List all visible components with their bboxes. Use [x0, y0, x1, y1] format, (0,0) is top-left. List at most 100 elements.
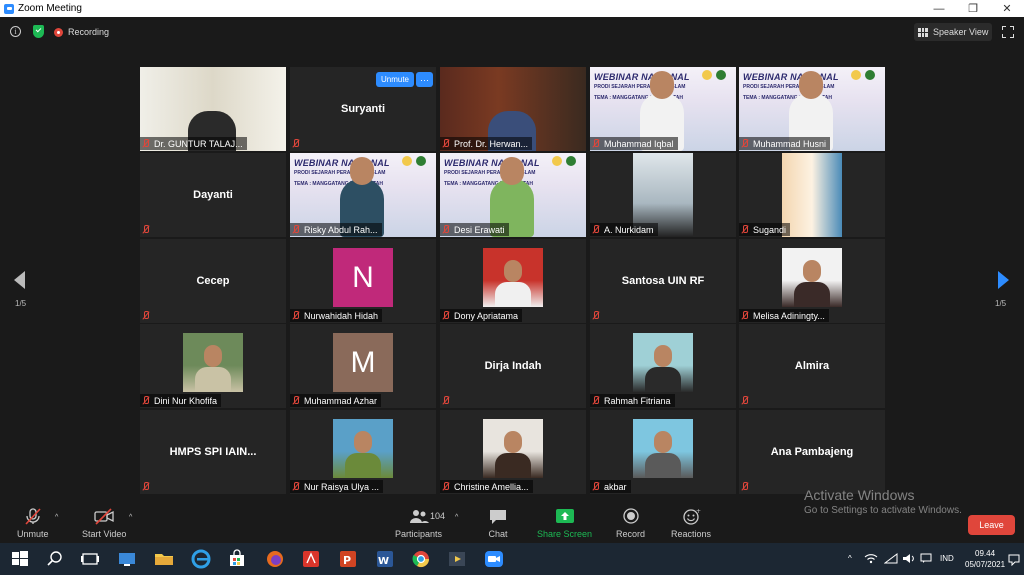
participant-name-label: Prof. Dr. Herwan...: [440, 137, 533, 150]
participant-tile[interactable]: Dayanti: [140, 153, 286, 237]
profile-photo-face: [504, 431, 522, 453]
participant-name-label: [739, 480, 757, 493]
participant-name-label: [140, 223, 158, 236]
muted-microphone-icon: [142, 139, 149, 148]
windows-start-icon[interactable]: [9, 548, 31, 570]
tile-unmute-button[interactable]: Unmute: [376, 72, 414, 87]
next-page-arrow-icon[interactable]: [998, 271, 1009, 289]
reactions-button[interactable]: + Reactions: [671, 508, 711, 539]
muted-microphone-icon: [292, 311, 299, 320]
participant-tile[interactable]: Sugandi: [739, 153, 885, 237]
share-screen-button[interactable]: Share Screen: [537, 508, 592, 539]
muted-microphone-icon: [741, 311, 748, 320]
store-icon[interactable]: [226, 548, 248, 570]
search-icon[interactable]: [44, 548, 66, 570]
participant-tile[interactable]: A. Nurkidam: [590, 153, 736, 237]
participant-tile[interactable]: Christine Amellia...: [440, 410, 586, 494]
svg-text:+: +: [696, 508, 701, 515]
restore-button[interactable]: ❐: [956, 0, 990, 17]
zoom-app-icon[interactable]: [483, 548, 505, 570]
muted-microphone-icon: [442, 482, 449, 491]
file-explorer-icon[interactable]: [153, 548, 175, 570]
muted-microphone-icon: [292, 482, 299, 491]
firefox-icon[interactable]: [264, 548, 286, 570]
minimize-button[interactable]: —: [922, 0, 956, 17]
participant-tile[interactable]: Dr. GUNTUR TALAJ...: [140, 67, 286, 151]
tray-overflow-caret[interactable]: ^: [848, 554, 852, 563]
start-video-button[interactable]: Start Video: [82, 508, 126, 539]
participants-options-caret[interactable]: ^: [455, 514, 458, 521]
task-view-icon[interactable]: [79, 548, 101, 570]
profile-photo-face: [803, 260, 821, 282]
participant-tile[interactable]: Nur Raisya Ulya ...: [290, 410, 436, 494]
participant-tile[interactable]: Dony Apriatama: [440, 239, 586, 323]
participant-tile[interactable]: WEBINAR NASIONAL PRODI SEJARAH PERADABAN …: [590, 67, 736, 151]
participant-tile[interactable]: WEBINAR NASIONAL PRODI SEJARAH PERADABAN …: [290, 153, 436, 237]
participant-tile[interactable]: Almira: [739, 324, 885, 408]
participant-tile[interactable]: M Muhammad Azhar: [290, 324, 436, 408]
participant-tile[interactable]: WEBINAR NASIONAL PRODI SEJARAH PERADABAN …: [440, 153, 586, 237]
participant-name-label: Melisa Adiningty...: [739, 309, 829, 322]
profile-photo-face: [504, 260, 522, 282]
participant-tile[interactable]: akbar: [590, 410, 736, 494]
chrome-icon[interactable]: [410, 548, 432, 570]
leave-button[interactable]: Leave: [968, 515, 1015, 535]
participant-display-name: HMPS SPI IAIN...: [169, 446, 257, 458]
participant-name: Nurwahidah Hidah: [304, 310, 379, 321]
audio-options-caret[interactable]: ^: [55, 514, 58, 521]
profile-photo-body: [345, 453, 381, 478]
language-indicator[interactable]: IND: [940, 554, 954, 563]
chat-icon: [490, 510, 506, 524]
profile-photo-body: [645, 367, 681, 392]
participant-display-name: Almira: [794, 360, 830, 372]
fullscreen-icon[interactable]: [1002, 26, 1014, 38]
speaker-view-button[interactable]: Speaker View: [914, 23, 992, 41]
activate-windows-watermark: Activate Windows Go to Settings to activ…: [804, 487, 962, 516]
video-options-caret[interactable]: ^: [129, 514, 132, 521]
participant-name: A. Nurkidam: [604, 224, 654, 235]
participant-tile[interactable]: Cecep: [140, 239, 286, 323]
word-icon[interactable]: W: [374, 548, 396, 570]
powerpoint-icon[interactable]: P: [337, 548, 359, 570]
action-center-icon[interactable]: [1008, 554, 1020, 566]
webinar-title: WEBINAR NASIONAL: [444, 158, 540, 168]
wifi-icon[interactable]: [884, 553, 898, 564]
institution-seal-icon: [702, 70, 712, 80]
recording-indicator[interactable]: Recording: [54, 25, 109, 39]
participant-tile[interactable]: Santosa UIN RF: [590, 239, 736, 323]
profile-photo-body: [645, 453, 681, 478]
participant-tile[interactable]: N Nurwahidah Hidah: [290, 239, 436, 323]
edge-browser-icon[interactable]: [190, 548, 212, 570]
page-indicator-left: 1/5: [15, 299, 27, 308]
meeting-info-icon[interactable]: i: [10, 26, 21, 37]
participant-tile[interactable]: Ana Pambajeng: [739, 410, 885, 494]
participant-name-label: Risky Abdul Rah...: [290, 223, 382, 236]
participant-tile[interactable]: Prof. Dr. Herwan...: [440, 67, 586, 151]
close-button[interactable]: ✕: [990, 0, 1024, 17]
participant-tile[interactable]: WEBINAR NASIONAL PRODI SEJARAH PERADABAN …: [739, 67, 885, 151]
network-icon[interactable]: [864, 553, 878, 564]
notification-chat-icon[interactable]: [920, 553, 932, 564]
unmute-button[interactable]: Unmute: [17, 508, 49, 539]
participant-tile[interactable]: Dini Nur Khofifa: [140, 324, 286, 408]
start-video-label: Start Video: [82, 529, 127, 539]
chat-button[interactable]: Chat: [487, 508, 509, 539]
acrobat-icon[interactable]: [300, 548, 322, 570]
security-shield-icon[interactable]: [33, 25, 44, 38]
media-player-icon[interactable]: [446, 548, 468, 570]
participant-tile[interactable]: Melisa Adiningty...: [739, 239, 885, 323]
participant-name-label: A. Nurkidam: [590, 223, 658, 236]
desktop-app-icon[interactable]: [116, 548, 138, 570]
previous-page-arrow-icon[interactable]: [14, 271, 25, 289]
participant-tile[interactable]: Dirja Indah: [440, 324, 586, 408]
system-clock[interactable]: 09.44 05/07/2021: [965, 548, 1005, 570]
volume-icon[interactable]: [902, 553, 916, 564]
participant-tile[interactable]: Rahmah Fitriana: [590, 324, 736, 408]
participant-initial-avatar: M: [333, 333, 393, 392]
tile-more-button[interactable]: ···: [416, 72, 433, 87]
window-controls: — ❐ ✕: [922, 0, 1024, 17]
record-button[interactable]: Record: [616, 508, 645, 539]
participant-tile[interactable]: Suryanti: [290, 67, 436, 151]
participant-display-name: Suryanti: [340, 103, 385, 115]
participant-tile[interactable]: HMPS SPI IAIN...: [140, 410, 286, 494]
